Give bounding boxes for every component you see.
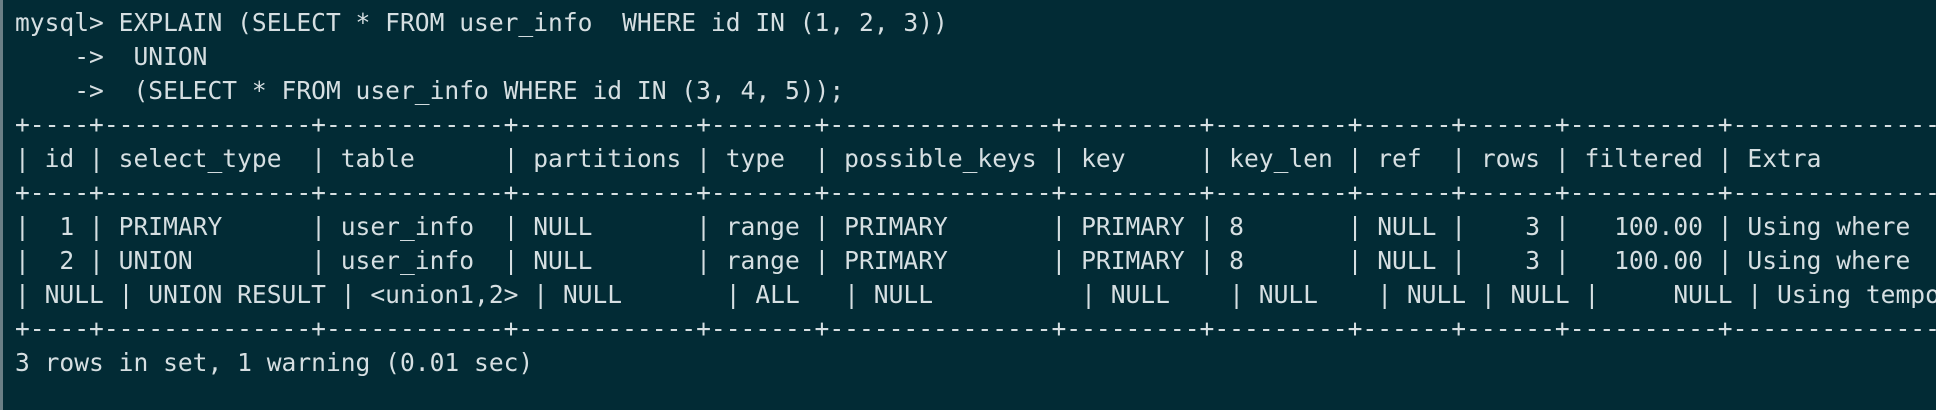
table-header-row: | id | select_type | table | partitions … [15,144,1936,173]
result-summary: 3 rows in set, 1 warning (0.01 sec) [15,348,534,377]
continuation-line: -> UNION [15,42,208,71]
table-row: | 1 | PRIMARY | user_info | NULL | range… [15,212,1936,241]
terminal-window[interactable]: mysql> EXPLAIN (SELECT * FROM user_info … [0,0,1936,410]
table-border: +----+--------------+------------+------… [15,110,1936,139]
prompt-line: mysql> EXPLAIN (SELECT * FROM user_info … [15,8,948,37]
table-border: +----+--------------+------------+------… [15,178,1936,207]
continuation-line: -> (SELECT * FROM user_info WHERE id IN … [15,76,845,105]
table-row: | 2 | UNION | user_info | NULL | range |… [15,246,1936,275]
table-row: | NULL | UNION RESULT | <union1,2> | NUL… [15,280,1936,309]
table-border: +----+--------------+------------+------… [15,314,1936,343]
